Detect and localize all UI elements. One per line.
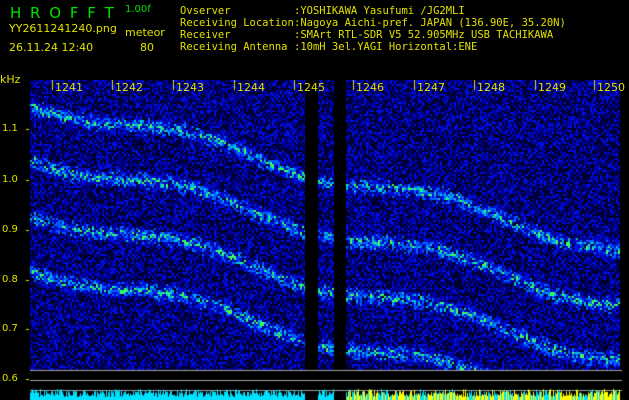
- info-key: Receiving Antenna: [180, 41, 288, 53]
- y-tick-label: 0.9: [2, 224, 18, 235]
- x-tick-label: 1249: [538, 81, 566, 94]
- x-tick-label: 1243: [176, 81, 204, 94]
- y-tick-label: 1.0: [2, 174, 18, 185]
- waterfall-spectrogram: [0, 80, 629, 400]
- y-tick-label: 0.6: [2, 373, 18, 384]
- app-version: 1.00f: [125, 4, 151, 15]
- x-tick-label: 1250: [597, 81, 625, 94]
- y-tick-label: 0.7: [2, 323, 18, 334]
- x-tick-label: 1242: [115, 81, 143, 94]
- info-value: :Nagoya Aichi-pref. JAPAN (136.90E, 35.2…: [294, 17, 566, 29]
- y-tick-label: 1.1: [2, 123, 18, 134]
- meteor-label: meteor: [125, 26, 165, 39]
- info-row: Ovserver :YOSHIKAWA Yasufumi /JG2MLI: [180, 5, 566, 17]
- info-value: :YOSHIKAWA Yasufumi /JG2MLI: [294, 5, 465, 17]
- info-row: Receiving Location:Nagoya Aichi-pref. JA…: [180, 17, 566, 29]
- info-key: Receiving Location: [180, 17, 294, 29]
- station-info: Ovserver :YOSHIKAWA Yasufumi /JG2MLI Rece…: [180, 5, 566, 53]
- info-key: Receiver: [180, 29, 231, 41]
- info-value: :10mH 3el.YAGI Horizontal:ENE: [294, 41, 478, 53]
- app-title: H R O F F T: [10, 4, 116, 22]
- file-name: YY2611241240.png: [9, 22, 117, 35]
- info-key: Ovserver: [180, 5, 231, 17]
- x-tick-label: 1246: [356, 81, 384, 94]
- info-row: Receiver :SMArt RTL-SDR V5 52.905MHz USB …: [180, 29, 566, 41]
- y-unit-label: kHz: [0, 73, 21, 86]
- x-tick-label: 1245: [297, 81, 325, 94]
- x-tick-label: 1248: [477, 81, 505, 94]
- info-row: Receiving Antenna :10mH 3el.YAGI Horizont…: [180, 41, 566, 53]
- info-value: :SMArt RTL-SDR V5 52.905MHz USB TACHIKAW…: [294, 29, 554, 41]
- x-tick-label: 1244: [237, 81, 265, 94]
- y-tick-label: 0.8: [2, 274, 18, 285]
- meteor-count: 80: [140, 41, 154, 54]
- x-tick-label: 1241: [55, 81, 83, 94]
- x-tick-label: 1247: [417, 81, 445, 94]
- datetime: 26.11.24 12:40: [9, 41, 94, 54]
